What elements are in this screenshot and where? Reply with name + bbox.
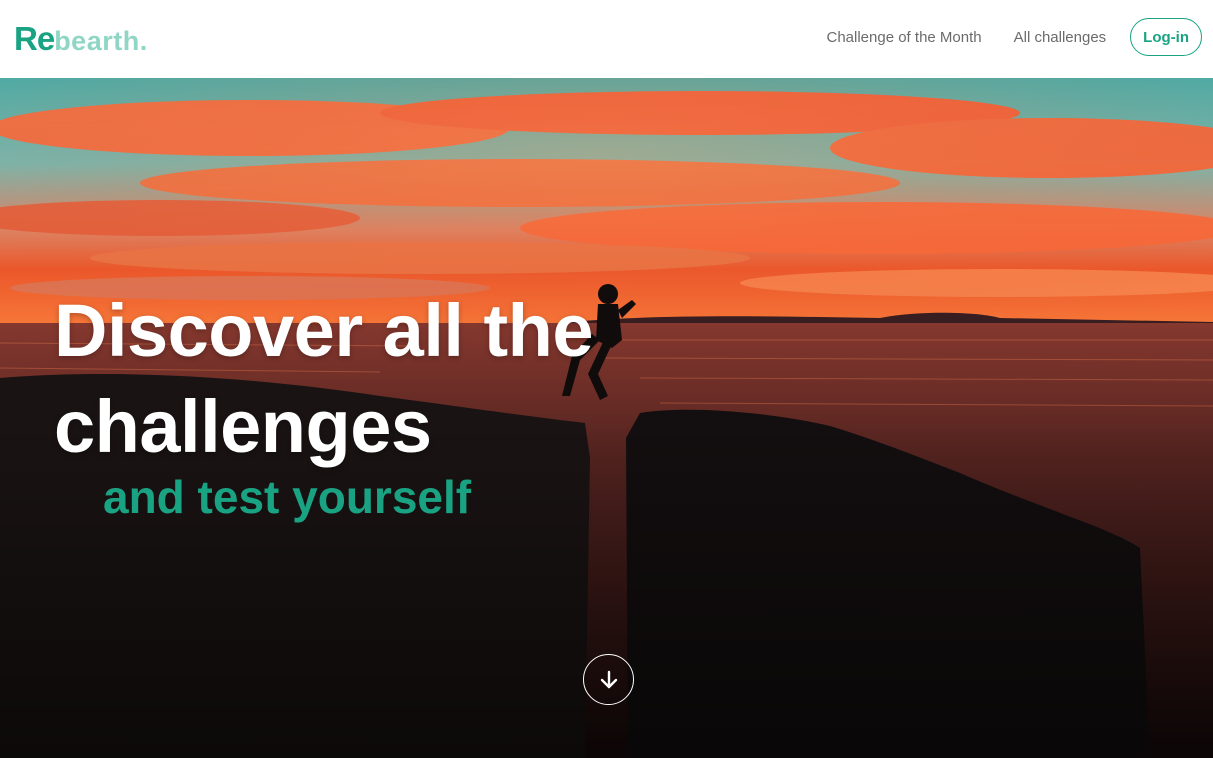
rebearth-logo[interactable]: Re bearth. (14, 20, 148, 57)
main-nav: Challenge of the Month All challenges Lo… (827, 18, 1202, 56)
login-button[interactable]: Log-in (1130, 18, 1202, 56)
scroll-down-button[interactable] (583, 654, 634, 705)
nav-challenge-of-the-month[interactable]: Challenge of the Month (827, 29, 982, 46)
hero-headline: Discover all the challenges (54, 283, 594, 475)
hero-section: Discover all the challenges and test you… (0, 78, 1213, 758)
logo-rest: bearth. (54, 26, 148, 56)
hero-headline-line-2: challenges (54, 385, 432, 468)
hero-headline-line-1: Discover all the (54, 289, 594, 372)
nav-all-challenges[interactable]: All challenges (1014, 29, 1107, 46)
navbar: Re bearth. Challenge of the Month All ch… (0, 0, 1213, 78)
logo-re: Re (14, 20, 55, 57)
hero-subheadline: and test yourself (103, 471, 472, 523)
arrow-down-icon (600, 670, 617, 688)
